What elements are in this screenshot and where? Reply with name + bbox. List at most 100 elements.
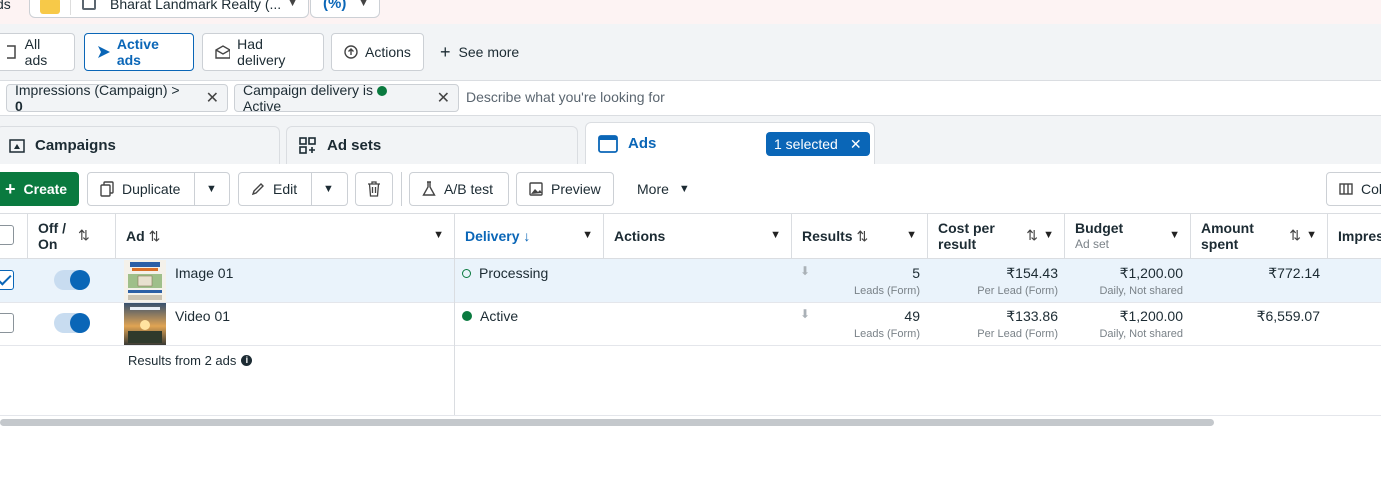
header-ad[interactable]: Ad ⇅ ▼	[116, 214, 455, 258]
chevron-down-icon[interactable]: ▼	[582, 229, 593, 241]
budget-sub: Daily, Not shared	[1099, 285, 1183, 297]
tab-ad-sets-label: Ad sets	[327, 137, 382, 154]
duplicate-button[interactable]: Duplicate ▼	[87, 172, 230, 206]
create-button[interactable]: + Create	[0, 172, 79, 206]
preview-label: Preview	[551, 181, 601, 197]
sort-down-icon[interactable]: ↓	[523, 228, 530, 244]
row-checkbox[interactable]	[0, 313, 14, 333]
square-icon	[7, 45, 16, 59]
toolbar: + Create Duplicate ▼ Edit ▼ A/B test Pre…	[0, 164, 1381, 214]
header-results[interactable]: Results ⇅ ▼	[792, 214, 928, 258]
chevron-down-icon[interactable]: ▼	[906, 229, 917, 241]
header-delivery-label: Delivery	[465, 228, 520, 244]
copy-icon	[100, 181, 114, 197]
sort-icon[interactable]: ⇅	[1289, 227, 1301, 244]
actions-button[interactable]: Actions	[331, 33, 424, 71]
divider	[194, 173, 195, 205]
account-icon	[40, 0, 60, 14]
budget-value: ₹1,200.00	[1119, 265, 1183, 281]
header-amount-label: spent	[1201, 236, 1239, 252]
header-off-on-label: On	[38, 236, 58, 252]
tab-ad-sets[interactable]: Ad sets	[286, 126, 578, 164]
row-checkbox[interactable]	[0, 270, 14, 290]
chevron-down-icon[interactable]: ▼	[433, 229, 444, 241]
tab-campaigns[interactable]: Campaigns	[0, 126, 280, 164]
sort-icon[interactable]: ⇅	[856, 228, 868, 244]
had-delivery-button[interactable]: Had delivery	[202, 33, 324, 71]
header-impressions[interactable]: Impress	[1328, 214, 1381, 258]
selected-count-badge[interactable]: 1 selected ✕	[766, 132, 870, 156]
business-icon	[82, 0, 96, 10]
on-off-toggle[interactable]	[54, 270, 90, 290]
results-summary: Results from 2 ads i	[128, 353, 253, 368]
close-icon[interactable]: ✕	[206, 88, 219, 108]
account-name: Bharat Landmark Realty (...	[110, 0, 282, 12]
budget-sub: Daily, Not shared	[1099, 328, 1183, 340]
sort-icon[interactable]: ⇅	[149, 228, 161, 244]
chevron-down-icon: ▼	[358, 0, 369, 9]
more-button[interactable]: More ▼	[637, 172, 690, 206]
header-cost-per-result[interactable]: Cost per result ⇅ ▼	[928, 214, 1065, 258]
duplicate-label: Duplicate	[122, 181, 181, 197]
header-budget-label: Budget	[1075, 220, 1124, 236]
divider	[70, 0, 71, 15]
cost-sub: Per Lead (Form)	[977, 285, 1058, 297]
chevron-down-icon[interactable]: ▼	[323, 183, 334, 195]
filter-chip-delivery[interactable]: Campaign delivery isActive ✕	[234, 82, 459, 114]
filter-chip-label: Impressions (Campaign) > 0	[15, 82, 180, 114]
see-more-button[interactable]: + See more	[440, 33, 519, 71]
search-input[interactable]: Describe what you're looking for	[466, 89, 665, 105]
all-ads-button[interactable]: All ads	[0, 33, 75, 71]
sort-icon[interactable]: ⇅	[1026, 227, 1038, 244]
spent-value: ₹772.14	[1268, 265, 1320, 281]
header-budget[interactable]: Budget Ad set ▼	[1065, 214, 1191, 258]
close-icon[interactable]: ✕	[437, 88, 450, 108]
table-bottom-border	[0, 415, 1381, 416]
edit-label: Edit	[273, 181, 298, 197]
header-ad-label: Ad	[126, 228, 145, 244]
columns-button[interactable]: Col	[1326, 172, 1381, 206]
ad-name[interactable]: Video 01	[175, 308, 230, 324]
delivery-status: Processing	[462, 265, 548, 281]
tab-campaigns-label: Campaigns	[35, 137, 116, 154]
select-all-checkbox[interactable]	[0, 225, 14, 245]
small-selector[interactable]: (%) ▼	[310, 0, 380, 18]
header-budget-sub: Ad set	[1075, 237, 1110, 251]
chevron-down-icon: ▼	[678, 183, 690, 195]
chevron-down-icon[interactable]: ▼	[770, 229, 781, 241]
active-ads-button[interactable]: Active ads	[84, 33, 194, 71]
account-selector[interactable]: Bharat Landmark Realty (... ▼	[29, 0, 309, 18]
chevron-down-icon[interactable]: ▼	[1043, 229, 1054, 241]
divider	[401, 172, 402, 206]
close-icon[interactable]: ✕	[850, 136, 862, 153]
spent-value: ₹6,559.07	[1256, 308, 1320, 324]
ad-thumbnail[interactable]	[124, 260, 166, 302]
delete-button[interactable]	[355, 172, 393, 206]
plus-icon: +	[5, 178, 16, 199]
table-row[interactable]: Image 01 Processing ⬇ 5 Leads (Form) ₹15…	[0, 259, 1381, 303]
ad-name[interactable]: Image 01	[175, 265, 233, 281]
table-header: Off / On ⇅ Ad ⇅ ▼ Delivery ↓ ▼ Actions ▼…	[0, 214, 1381, 259]
horizontal-scrollbar[interactable]	[0, 419, 1214, 426]
filter-chip-impressions[interactable]: Impressions (Campaign) > 0 ✕	[6, 82, 228, 114]
edit-button[interactable]: Edit ▼	[238, 172, 348, 206]
header-actions[interactable]: Actions ▼	[604, 214, 792, 258]
sort-icon[interactable]: ⇅	[78, 227, 90, 244]
ab-test-button[interactable]: A/B test	[409, 172, 509, 206]
small-selector-label: (%)	[323, 0, 347, 12]
header-select-all[interactable]	[0, 214, 28, 258]
all-ads-label: All ads	[24, 36, 48, 68]
table-row[interactable]: Video 01 Active ⬇ 49 Leads (Form) ₹133.8…	[0, 302, 1381, 346]
header-off-on[interactable]: Off / On ⇅	[28, 214, 116, 258]
cost-value: ₹154.43	[1006, 265, 1058, 281]
info-icon[interactable]: i	[241, 355, 253, 366]
chevron-down-icon[interactable]: ▼	[1306, 229, 1317, 241]
on-off-toggle[interactable]	[54, 313, 90, 333]
ad-window-icon	[598, 134, 618, 153]
header-amount-spent[interactable]: Amount spent ⇅ ▼	[1191, 214, 1328, 258]
chevron-down-icon[interactable]: ▼	[1169, 229, 1180, 241]
chevron-down-icon[interactable]: ▼	[206, 183, 217, 195]
ad-thumbnail[interactable]	[124, 303, 166, 345]
header-delivery[interactable]: Delivery ↓ ▼	[455, 214, 604, 258]
preview-button[interactable]: Preview	[516, 172, 614, 206]
